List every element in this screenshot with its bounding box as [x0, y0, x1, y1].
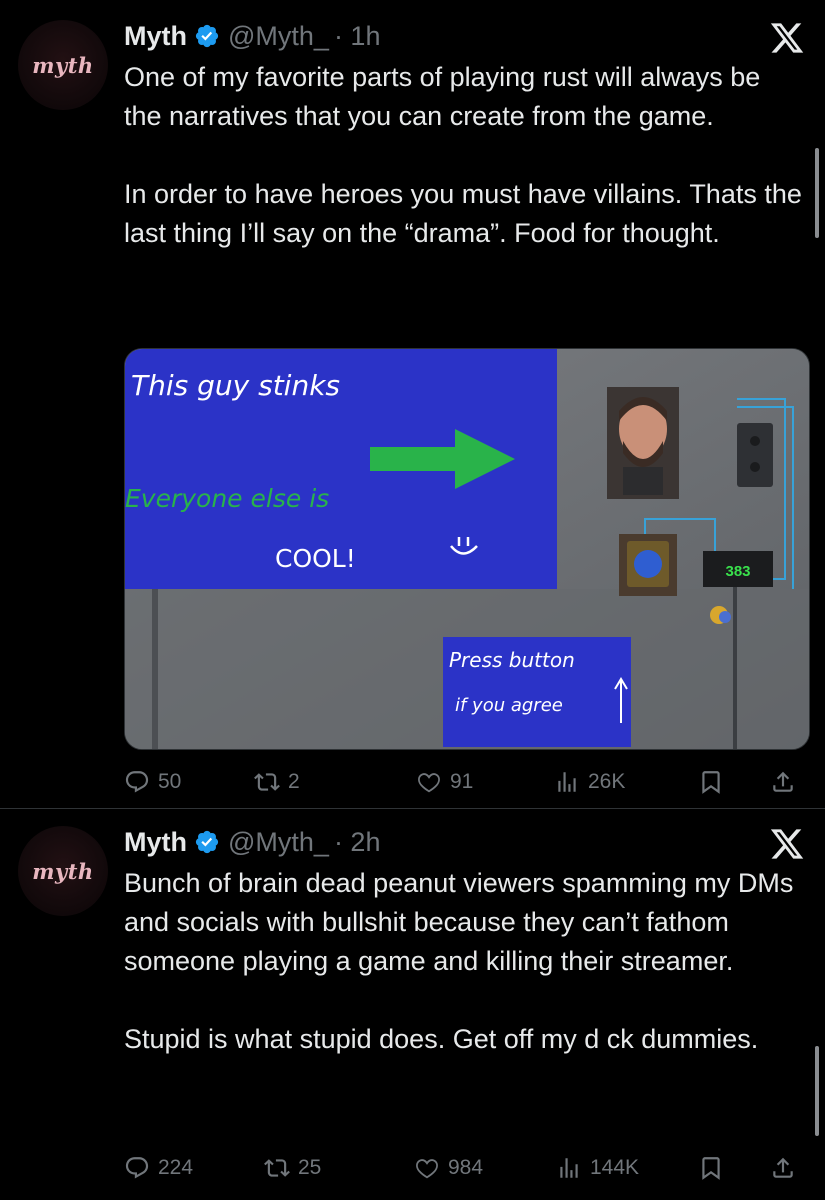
tweet-paragraph: In order to have heroes you must have vi… [124, 179, 802, 248]
tweet-header: Myth @Myth_ · 2h [124, 824, 380, 860]
repost-icon [264, 1159, 290, 1177]
bookmark-button[interactable] [698, 1148, 732, 1188]
tweet-1[interactable]: myth Myth @Myth_ · 1h One of my favorite… [0, 0, 825, 808]
bookmark-button[interactable] [698, 762, 732, 802]
verified-badge-icon [195, 24, 219, 48]
like-button[interactable]: 91 [416, 762, 473, 802]
like-count: 984 [448, 1156, 484, 1179]
repost-button[interactable]: 25 [264, 1148, 321, 1188]
repost-button[interactable]: 2 [254, 762, 300, 802]
tweet-paragraph: Bunch of brain dead peanut viewers spamm… [124, 868, 794, 976]
like-icon [418, 773, 440, 793]
share-icon [773, 1157, 793, 1178]
like-button[interactable]: 984 [414, 1148, 483, 1188]
bookmark-icon [702, 771, 720, 794]
share-button[interactable] [770, 762, 804, 802]
reply-count: 224 [158, 1156, 194, 1179]
bookmark-icon [702, 1157, 720, 1180]
tweet-text: One of my favorite parts of playing rust… [124, 58, 804, 253]
repost-count: 25 [298, 1156, 322, 1179]
reply-icon [125, 771, 149, 793]
author-handle[interactable]: @Myth_ [228, 827, 329, 858]
views-count: 144K [590, 1156, 640, 1179]
tweet-time[interactable]: · 2h [334, 827, 381, 858]
verified-badge-icon [195, 830, 219, 854]
scrollbar[interactable] [815, 1046, 819, 1136]
author-handle[interactable]: @Myth_ [228, 21, 329, 52]
author-name[interactable]: Myth [124, 21, 187, 52]
tweet-paragraph: Stupid is what stupid does. Get off my d… [124, 1024, 759, 1054]
tweet-time[interactable]: · 1h [334, 21, 381, 52]
views-button[interactable]: 26K [554, 762, 625, 802]
tweet-text: Bunch of brain dead peanut viewers spamm… [124, 864, 804, 1059]
share-button[interactable] [770, 1148, 804, 1188]
views-icon [560, 1158, 578, 1178]
repost-count: 2 [288, 770, 300, 793]
reply-icon [125, 1157, 149, 1179]
sign-text-line-1: This guy stinks [131, 369, 340, 402]
small-sign-line-2: if you agree [455, 695, 563, 716]
reply-button[interactable]: 50 [124, 762, 181, 802]
tweet-paragraph: One of my favorite parts of playing rust… [124, 62, 761, 131]
share-icon [773, 771, 793, 792]
counter-display: 383 [725, 563, 750, 580]
sign-text-line-2: Everyone else is [125, 484, 329, 513]
small-sign-line-1: Press button [449, 648, 575, 672]
reply-button[interactable]: 224 [124, 1148, 193, 1188]
tweet-2[interactable]: myth Myth @Myth_ · 2h Bunch of brain dea… [0, 808, 825, 1200]
reply-count: 50 [158, 770, 182, 793]
views-count: 26K [588, 770, 626, 793]
x-logo-icon[interactable] [769, 826, 805, 862]
views-button[interactable]: 144K [556, 1148, 639, 1188]
like-count: 91 [450, 770, 474, 793]
repost-icon [254, 773, 280, 791]
like-icon [416, 1159, 438, 1179]
tweet-actions: 224 25 984 144K [124, 1148, 804, 1188]
tweet-actions: 50 2 91 26K [124, 762, 804, 802]
author-name[interactable]: Myth [124, 827, 187, 858]
avatar[interactable]: myth [18, 20, 108, 110]
tweet-image[interactable]: 383 This guy stinks Everyone else is COO… [124, 348, 810, 750]
avatar-logo-text: myth [32, 858, 94, 884]
tweet-header: Myth @Myth_ · 1h [124, 18, 380, 54]
avatar-logo-text: myth [32, 52, 94, 78]
sign-text-line-3: COOL! [275, 544, 356, 573]
avatar[interactable]: myth [18, 826, 108, 916]
views-icon [558, 772, 576, 792]
scrollbar[interactable] [815, 148, 819, 238]
x-logo-icon[interactable] [769, 20, 805, 56]
